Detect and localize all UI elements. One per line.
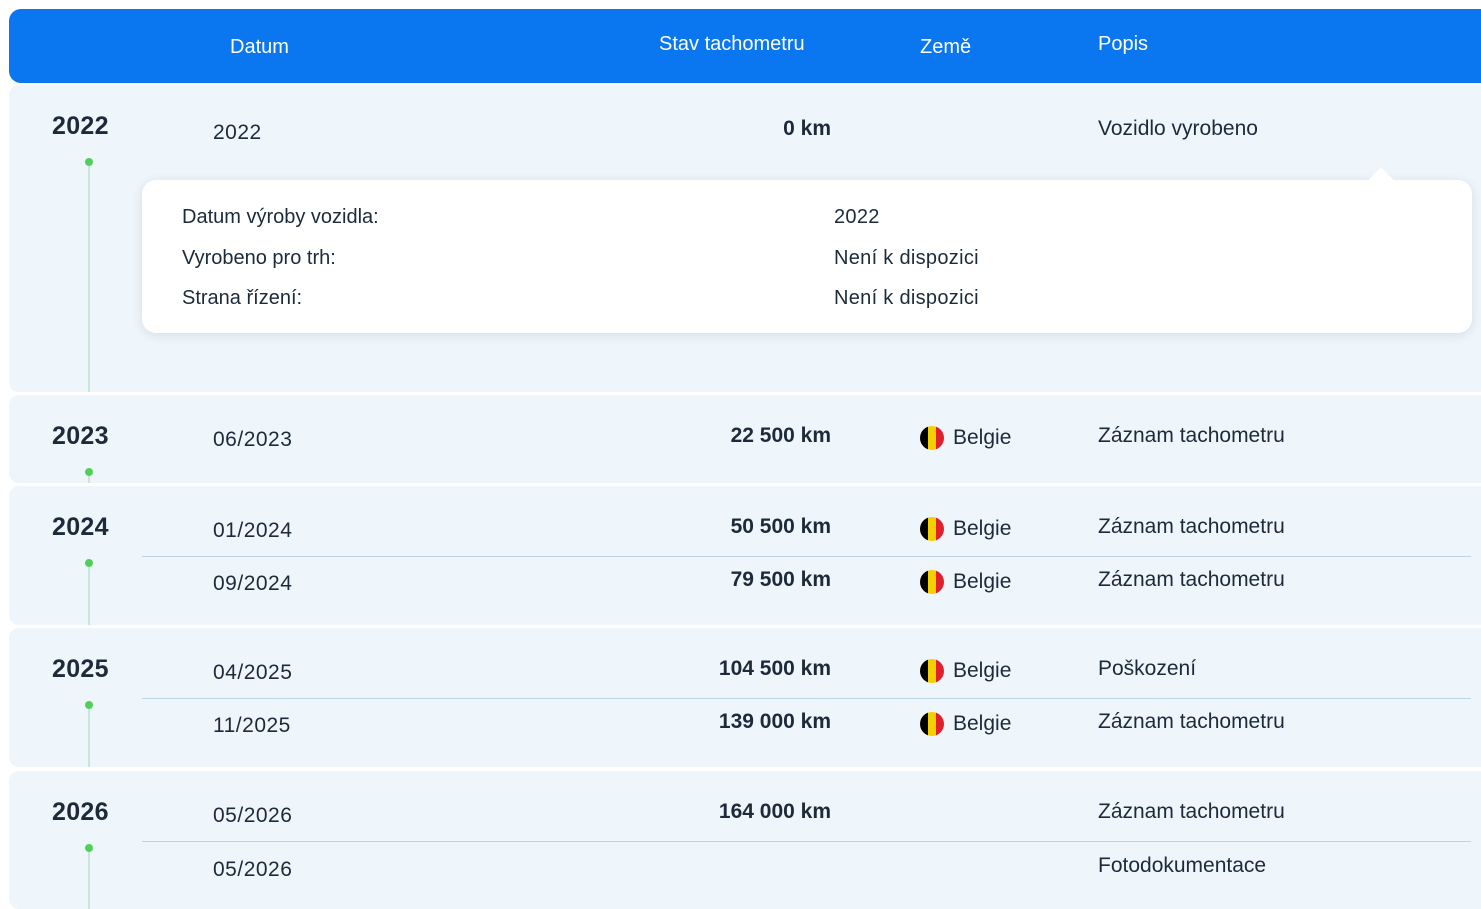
row-odometer: 50 500 km xyxy=(730,515,831,538)
timeline-dot xyxy=(85,468,93,476)
belgium-flag-icon xyxy=(920,659,944,683)
detail-label: Strana řízení: xyxy=(182,287,303,309)
row-date: 05/2026 xyxy=(213,858,293,881)
row-date: 06/2023 xyxy=(213,428,293,451)
row-odometer: 0 km xyxy=(783,117,831,140)
row-date: 09/2024 xyxy=(213,572,293,595)
header-date: Datum xyxy=(230,36,289,58)
belgium-flag-icon xyxy=(920,426,944,450)
header-description: Popis xyxy=(1098,33,1149,55)
detail-value: 2022 xyxy=(834,206,880,228)
vehicle-details-card: Datum výroby vozidla: 2022 Vyrobeno pro … xyxy=(142,167,1472,333)
timeline-dot xyxy=(85,559,93,567)
row-country: Belgie xyxy=(920,712,1011,736)
history-row[interactable]: 05/2026 Fotodokumentace xyxy=(9,854,1481,894)
row-divider xyxy=(142,841,1471,842)
country-name: Belgie xyxy=(953,712,1012,735)
timeline-line xyxy=(88,476,90,483)
country-name: Belgie xyxy=(953,570,1012,593)
row-date: 11/2025 xyxy=(213,714,291,737)
year-group-2025: 2025 04/2025 104 500 km Belgie Poškození… xyxy=(9,628,1481,767)
row-description: Záznam tachometru xyxy=(1098,710,1285,733)
row-description: Záznam tachometru xyxy=(1098,515,1285,538)
year-group-2024: 2024 01/2024 50 500 km Belgie Záznam tac… xyxy=(9,486,1481,625)
row-description: Fotodokumentace xyxy=(1098,854,1267,877)
belgium-flag-icon xyxy=(920,517,944,541)
belgium-flag-icon xyxy=(920,712,944,736)
detail-value: Není k dispozici xyxy=(834,287,979,309)
timeline-dot xyxy=(85,701,93,709)
row-country: Belgie xyxy=(920,659,1011,683)
year-group-2023: 2023 06/2023 22 500 km Belgie Záznam tac… xyxy=(9,395,1481,483)
row-date: 05/2026 xyxy=(213,804,293,827)
timeline-dot xyxy=(85,158,93,166)
belgium-flag-icon xyxy=(920,570,944,594)
row-divider xyxy=(142,698,1471,699)
row-date: 2022 xyxy=(213,121,262,144)
country-name: Belgie xyxy=(953,517,1012,540)
header-country: Země xyxy=(920,36,972,58)
row-country: Belgie xyxy=(920,517,1011,541)
row-date: 01/2024 xyxy=(213,519,293,542)
detail-label: Vyrobeno pro trh: xyxy=(182,247,336,269)
year-group-2026: 2026 05/2026 164 000 km Záznam tachometr… xyxy=(9,771,1481,909)
row-date: 04/2025 xyxy=(213,661,293,684)
history-row[interactable]: 04/2025 104 500 km Belgie Poškození xyxy=(9,657,1481,697)
row-odometer: 104 500 km xyxy=(718,657,831,680)
detail-value: Není k dispozici xyxy=(834,247,979,269)
detail-label: Datum výroby vozidla: xyxy=(182,206,379,228)
row-description: Záznam tachometru xyxy=(1098,424,1285,447)
country-name: Belgie xyxy=(953,426,1012,449)
country-name: Belgie xyxy=(953,659,1012,682)
row-odometer: 22 500 km xyxy=(730,424,831,447)
row-odometer: 79 500 km xyxy=(730,568,831,591)
row-country: Belgie xyxy=(920,570,1011,594)
row-description: Záznam tachometru xyxy=(1098,568,1285,591)
timeline-line xyxy=(88,166,90,392)
row-divider xyxy=(142,556,1471,557)
timeline-dot xyxy=(85,844,93,852)
row-description: Vozidlo vyrobeno xyxy=(1098,117,1258,140)
history-row[interactable]: 01/2024 50 500 km Belgie Záznam tachomet… xyxy=(9,515,1481,555)
row-odometer: 164 000 km xyxy=(718,800,831,823)
history-row[interactable]: 09/2024 79 500 km Belgie Záznam tachomet… xyxy=(9,568,1481,608)
row-odometer: 139 000 km xyxy=(718,710,831,733)
row-country: Belgie xyxy=(920,426,1011,450)
history-row[interactable]: 05/2026 164 000 km Záznam tachometru xyxy=(9,800,1481,840)
table-header: Datum Stav tachometru Země Popis xyxy=(9,9,1481,83)
row-description: Poškození xyxy=(1098,657,1197,680)
history-row[interactable]: 11/2025 139 000 km Belgie Záznam tachome… xyxy=(9,710,1481,750)
history-row[interactable]: 2022 0 km Vozidlo vyrobeno xyxy=(9,117,1481,157)
header-odometer: Stav tachometru xyxy=(659,33,805,55)
history-row[interactable]: 06/2023 22 500 km Belgie Záznam tachomet… xyxy=(9,424,1481,464)
row-description: Záznam tachometru xyxy=(1098,800,1285,823)
